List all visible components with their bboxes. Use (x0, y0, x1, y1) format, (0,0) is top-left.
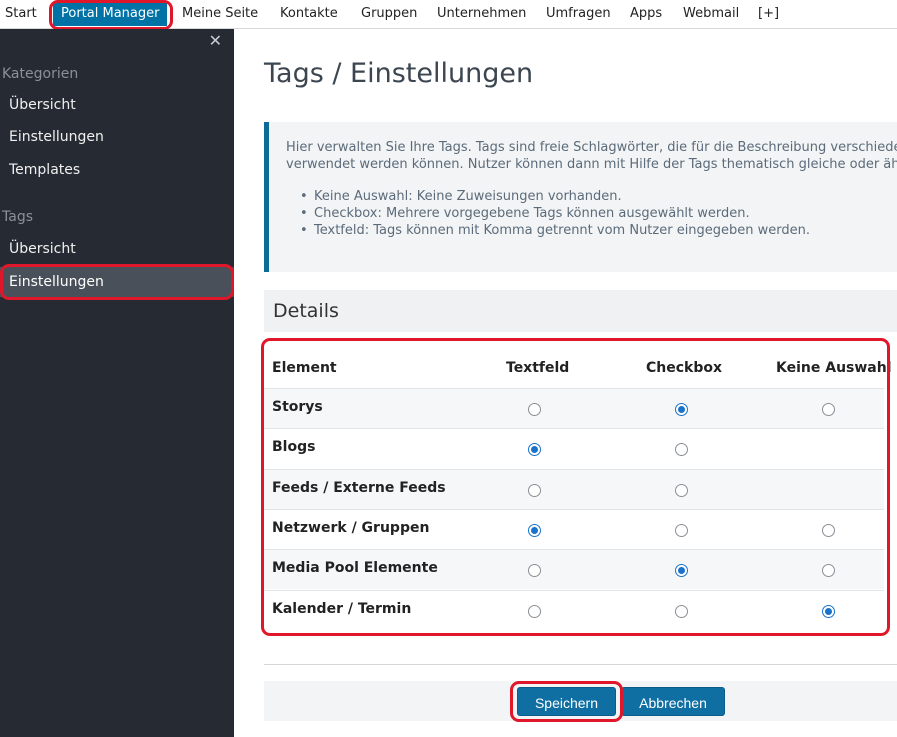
radio-textfeld[interactable] (527, 403, 541, 416)
radio-keine-auswahl[interactable] (821, 604, 835, 618)
radio-checkbox[interactable] (674, 564, 688, 578)
radio-textfeld[interactable] (527, 564, 541, 578)
info-line-1: Hier verwalten Sie Ihre Tags. Tags sind … (286, 140, 897, 155)
table-row: Storys (264, 388, 884, 428)
sidebar-item-kategorien-einstellungen[interactable]: Einstellungen (9, 129, 104, 145)
save-button[interactable]: Speichern (517, 687, 616, 716)
details-title: Details (273, 300, 339, 322)
row-label: Storys (272, 399, 323, 415)
table-row: Media Pool Elemente (264, 549, 884, 590)
nav-meine-seite[interactable]: Meine Seite (182, 0, 258, 28)
radio-checkbox[interactable] (674, 483, 688, 497)
info-line-2: verwendet werden können. Nutzer können d… (286, 157, 897, 172)
info-bullet-textfeld: Textfeld: Tags können mit Komma getrennt… (300, 222, 810, 239)
radio-keine-auswahl[interactable] (821, 523, 835, 537)
table-row: Feeds / Externe Feeds (264, 468, 884, 509)
info-list: Keine Auswahl: Keine Zuweisungen vorhand… (300, 188, 810, 239)
info-bullet-keine-auswahl: Keine Auswahl: Keine Zuweisungen vorhand… (300, 188, 810, 205)
row-label: Blogs (272, 439, 316, 456)
sidebar-section-tags: Tags (2, 209, 33, 225)
nav-umfragen[interactable]: Umfragen (546, 0, 611, 28)
header-checkbox: Checkbox (646, 360, 723, 376)
nav-kontakte[interactable]: Kontakte (280, 0, 338, 28)
sidebar-item-kategorien-uebersicht[interactable]: Übersicht (9, 97, 76, 113)
radio-textfeld[interactable] (527, 443, 541, 457)
cancel-button[interactable]: Abbrechen (621, 687, 725, 716)
header-textfeld: Textfeld (506, 360, 570, 376)
close-icon[interactable]: ✕ (209, 31, 222, 51)
table-row: Kalender / Termin (264, 589, 884, 630)
radio-textfeld[interactable] (527, 523, 541, 537)
radio-checkbox[interactable] (674, 403, 688, 416)
table-row: Blogs (264, 428, 884, 468)
table-row: Netzwerk / Gruppen (264, 508, 884, 549)
radio-keine-auswahl[interactable] (821, 403, 835, 416)
divider (264, 664, 897, 665)
radio-checkbox[interactable] (674, 604, 688, 618)
nav-webmail[interactable]: Webmail (683, 0, 739, 28)
nav-start[interactable]: Start (5, 0, 37, 28)
radio-keine-auswahl[interactable] (821, 564, 835, 578)
nav-add[interactable]: [+] (758, 0, 779, 28)
row-label: Kalender / Termin (272, 600, 412, 617)
sidebar-item-tags-einstellungen[interactable]: Einstellungen (0, 267, 234, 297)
nav-gruppen[interactable]: Gruppen (361, 0, 417, 28)
sidebar: ✕ Kategorien Übersicht Einstellungen Tem… (0, 29, 234, 737)
sidebar-item-templates[interactable]: Templates (9, 162, 80, 178)
header-element: Element (272, 360, 337, 376)
info-bullet-checkbox: Checkbox: Mehrere vorgegebene Tags könne… (300, 205, 810, 222)
page-title: Tags / Einstellungen (264, 58, 534, 89)
top-navigation: Start Portal Manager Meine Seite Kontakt… (0, 0, 897, 29)
nav-apps[interactable]: Apps (630, 0, 662, 28)
details-header: Details (264, 290, 897, 332)
row-label: Netzwerk / Gruppen (272, 519, 430, 536)
info-box: Hier verwalten Sie Ihre Tags. Tags sind … (264, 122, 897, 272)
nav-portal-manager[interactable]: Portal Manager (53, 2, 168, 26)
radio-textfeld[interactable] (527, 483, 541, 497)
radio-checkbox[interactable] (674, 523, 688, 537)
row-label: Feeds / Externe Feeds (272, 479, 446, 496)
radio-textfeld[interactable] (527, 604, 541, 618)
radio-checkbox[interactable] (674, 443, 688, 457)
info-text: Hier verwalten Sie Ihre Tags. Tags sind … (286, 139, 897, 173)
sidebar-section-kategorien: Kategorien (2, 66, 79, 82)
row-label: Media Pool Elemente (272, 560, 438, 577)
nav-unternehmen[interactable]: Unternehmen (437, 0, 526, 28)
sidebar-item-tags-uebersicht[interactable]: Übersicht (9, 241, 76, 257)
header-keine-auswahl: Keine Auswahl (776, 360, 892, 376)
